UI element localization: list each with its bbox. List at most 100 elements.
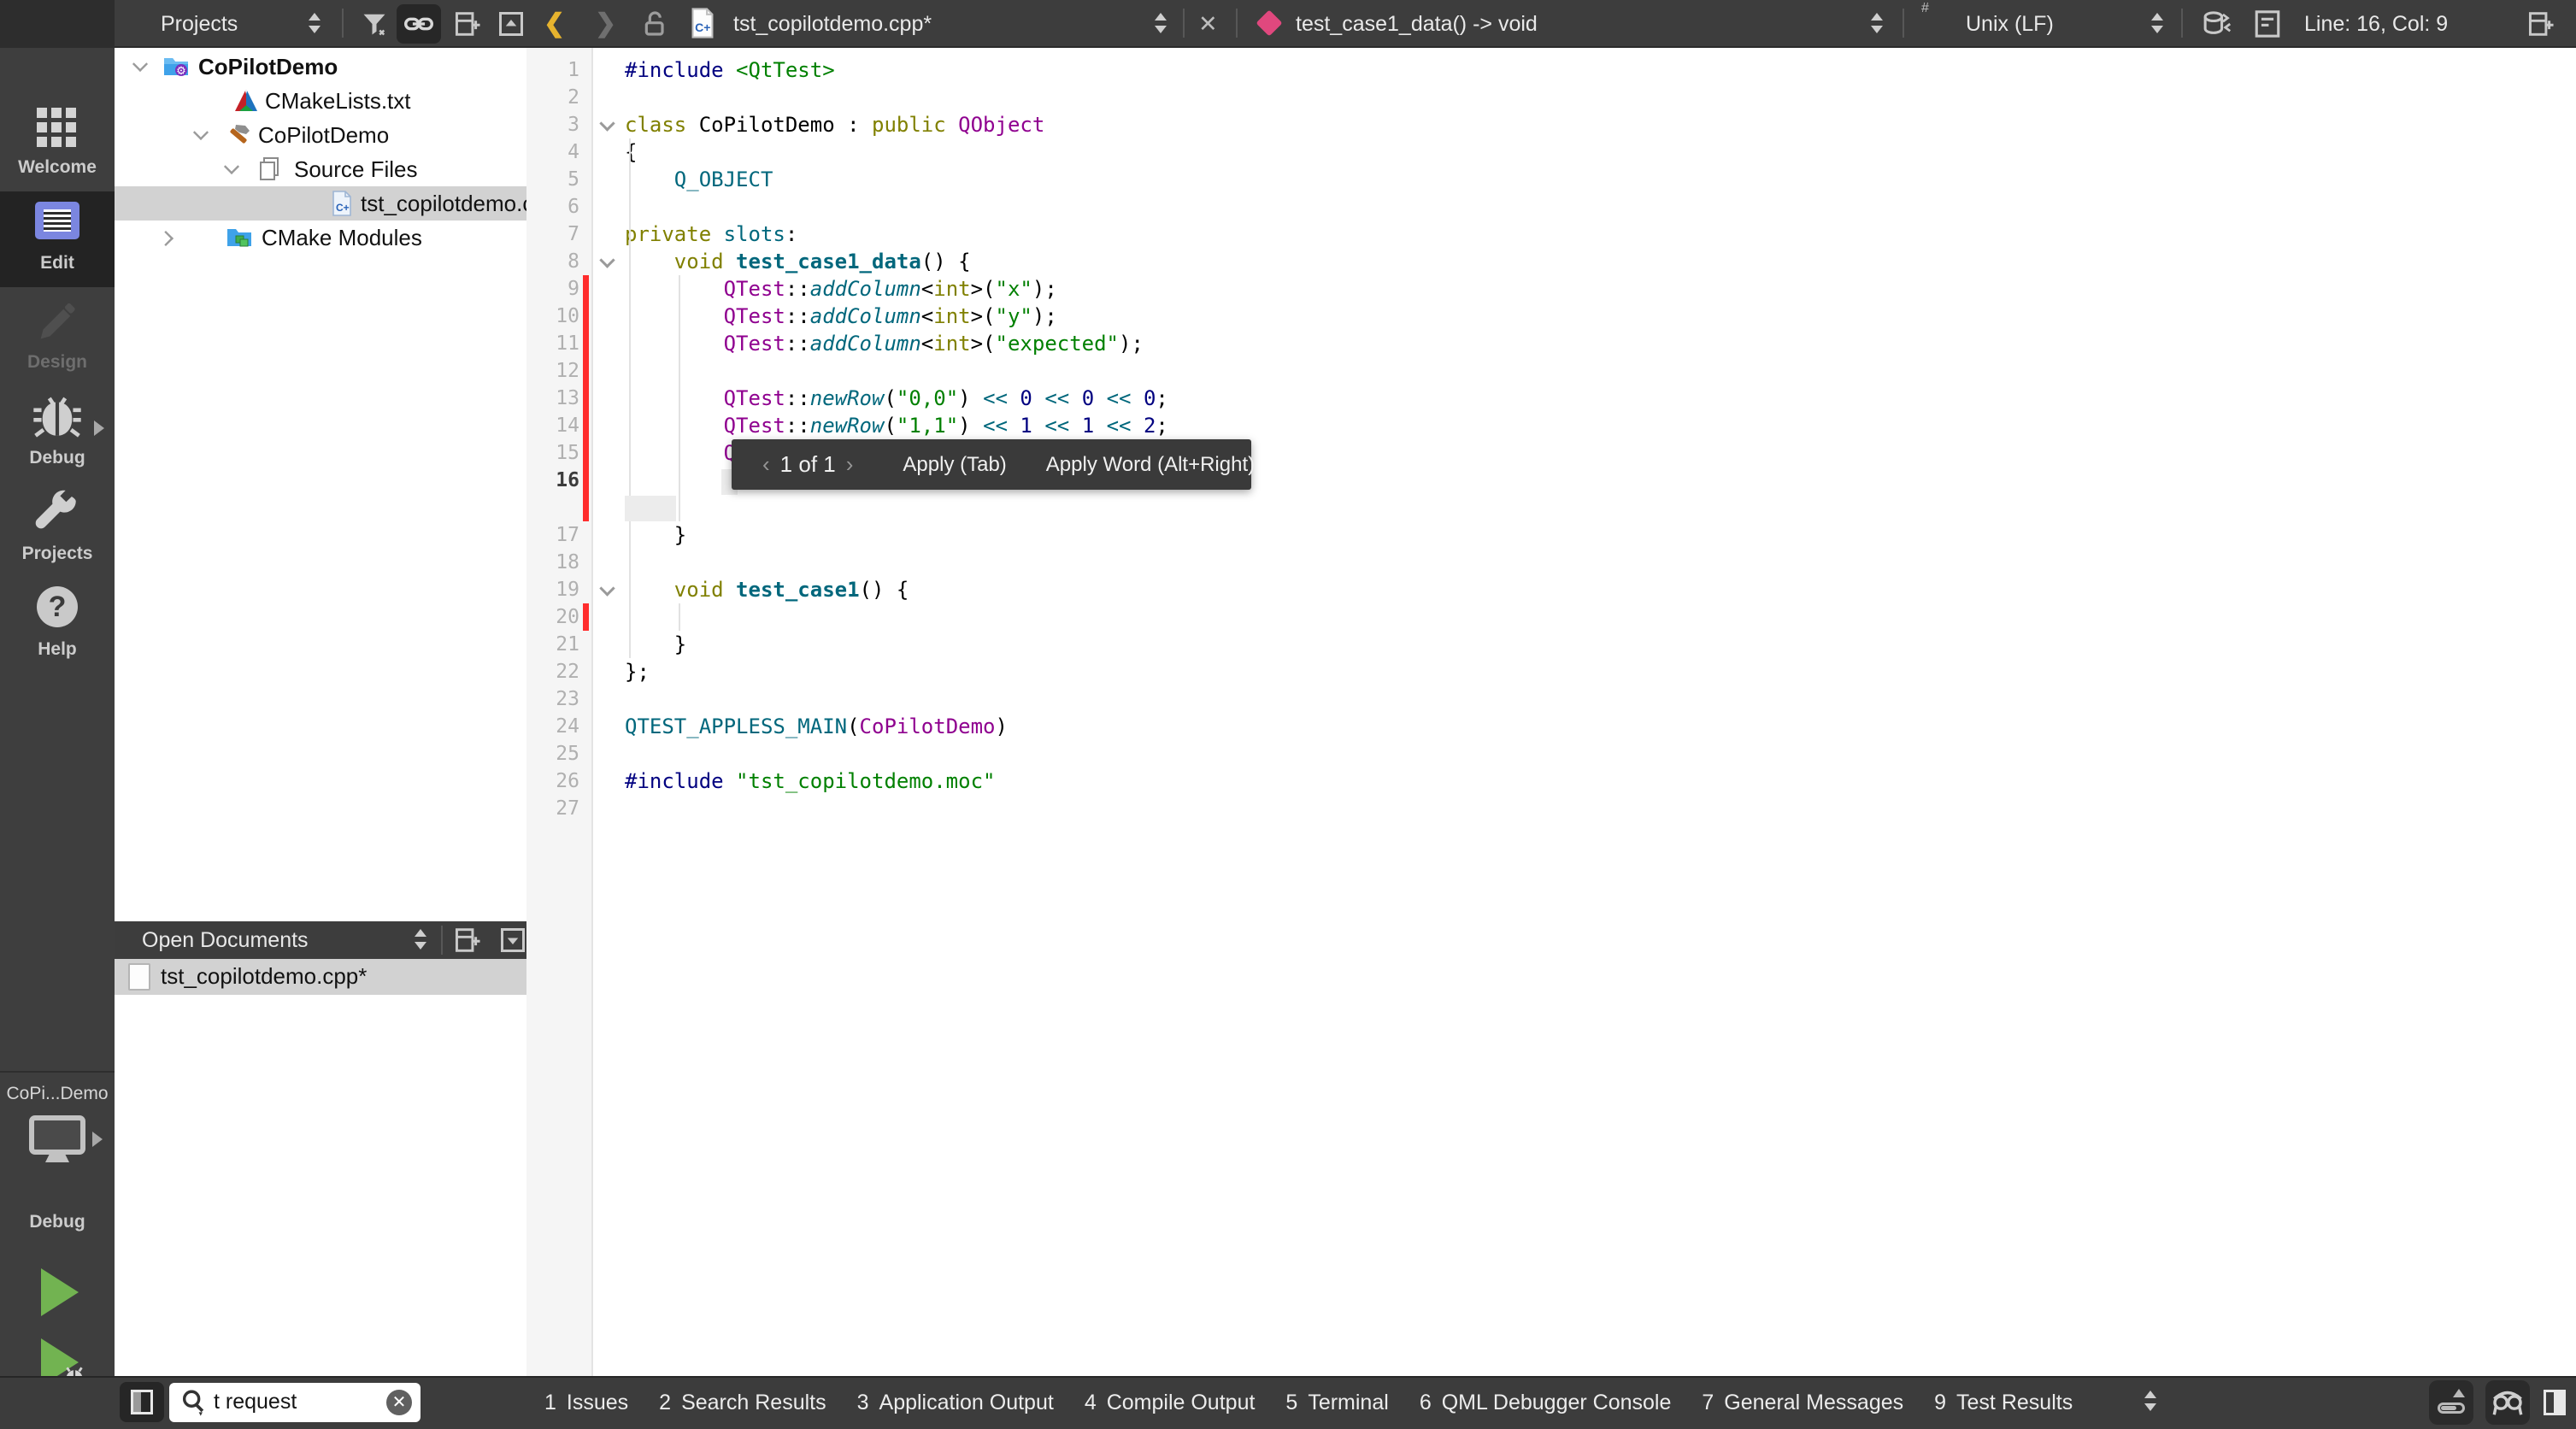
line-number: 18 [526,549,579,576]
maximize-pane-icon [2438,1403,2465,1414]
output-pane-button-issues[interactable]: 1Issues [544,1391,628,1415]
change-marker [583,603,589,631]
tree-item-source-files[interactable]: Source Files [115,152,526,186]
output-pane-button-qml-debugger-console[interactable]: 6QML Debugger Console [1420,1391,1672,1415]
mode-item-projects[interactable]: Projects [0,482,115,578]
open-documents-title[interactable]: Open Documents [142,917,309,963]
sort-spinner-icon[interactable] [308,10,321,36]
output-pane-button-general-messages[interactable]: 7General Messages [1702,1391,1903,1415]
line-number: 21 [526,631,579,658]
apply-word-button[interactable]: Apply Word (Alt+Right) [1046,453,1255,477]
line-ending-selector[interactable]: Unix (LF) [1966,1,2054,47]
document-outline-icon[interactable] [2253,9,2282,38]
left-sidebar-toggle[interactable] [120,1382,164,1422]
file-icon [128,963,150,991]
clear-search-icon[interactable]: ✕ [386,1390,412,1415]
forward-icon[interactable]: ❯ [595,9,616,38]
open-file-selector[interactable]: tst_copilotdemo.cpp* [733,1,932,47]
apply-button[interactable]: Apply (Tab) [903,453,1006,477]
projects-panel-selector[interactable]: Projects [161,1,238,47]
code-line: #include "tst_copilotdemo.moc" [625,767,995,795]
output-pane-button-test-results[interactable]: 9Test Results [1934,1391,2073,1415]
run-button play-icon[interactable] [41,1268,79,1316]
tree-item-tst-copilotdemo-cpp[interactable]: C+tst_copilotdemo.cpp [115,186,526,221]
svg-text:⚙: ⚙ [176,64,186,77]
code-line: Q [625,439,736,467]
divider [1183,9,1185,38]
close-document-icon[interactable]: ✕ [1198,11,1218,38]
split-add-icon[interactable] [450,9,487,39]
line-number: 24 [526,713,579,740]
code-line: #include <QtTest> [625,56,835,84]
sort-spinner-icon[interactable] [414,926,427,952]
arrow-up-icon [2453,1389,2465,1397]
line-number: 10 [526,303,579,330]
kit-config-label[interactable]: Debug [0,1212,115,1232]
left-panel-toggle-icon [131,1390,153,1414]
split-add-icon[interactable] [450,925,487,956]
tree-item-copilotdemo[interactable]: CoPilotDemo [115,118,526,152]
chevron-down-icon[interactable] [224,159,239,174]
chevron-right-icon[interactable] [158,231,173,246]
locator-search-field[interactable]: t request ✕ [169,1383,421,1422]
unlock-icon[interactable] [643,10,668,38]
previous-suggestion-icon[interactable]: ‹ [752,451,780,478]
symbol-selector[interactable]: test_case1_data() -> void [1296,1,1538,47]
filter-icon[interactable] [356,9,393,39]
monitor-icon[interactable] [28,1114,86,1167]
copilot-status-button[interactable] [2485,1380,2530,1425]
fold-marker-icon[interactable] [599,252,615,268]
output-pane-button-application-output[interactable]: 3Application Output [857,1391,1054,1415]
link-synchronize-icon[interactable] [397,4,441,44]
search-input-value[interactable]: t request [214,1390,297,1414]
copilot-suggestion-tooltip: ‹ 1 of 1 › Apply (Tab) Apply Word (Alt+R… [732,439,1251,490]
code-line: } [625,631,686,658]
cursor-position-label: Line: 16, Col: 9 [2304,1,2448,47]
output-pane-button-terminal[interactable]: 5Terminal [1285,1391,1388,1415]
kit-flyout-arrow-icon[interactable] [92,1132,103,1147]
mode-item-edit[interactable]: Edit [0,191,115,287]
panes-spinner-icon[interactable] [2144,1388,2157,1414]
line-number: 15 [526,439,579,467]
tree-item-cmake-modules[interactable]: CMake Modules [115,221,526,255]
pages-icon [256,156,284,183]
hide-panel-icon[interactable] [492,9,530,39]
mode-sidebar: WelcomeEditDesignDebugProjects?Help CoPi… [0,48,115,1429]
fold-marker-icon[interactable] [599,115,615,131]
mode-item-debug[interactable]: Debug [0,386,115,482]
symbol-spinner-icon[interactable] [1870,10,1884,36]
line-number: 17 [526,521,579,549]
output-pane-button-search-results[interactable]: 2Search Results [659,1391,826,1415]
tree-item-copilotdemo[interactable]: ⚙CoPilotDemo [115,50,526,84]
mode-label: Design [0,352,115,373]
mode-item-help[interactable]: ?Help [0,578,115,673]
chevron-down-icon[interactable] [132,56,148,72]
fold-marker-icon[interactable] [599,580,615,596]
back-icon[interactable]: ❮ [544,9,565,38]
indent-guide [679,275,680,521]
line-ending-spinner-icon[interactable] [2150,10,2164,36]
next-suggestion-icon[interactable]: › [836,451,864,478]
change-marker [583,275,589,521]
line-number: 7 [526,221,579,248]
chevron-down-icon[interactable] [193,125,209,140]
session-db-icon[interactable] [2202,9,2232,38]
modules-folder-icon [226,224,253,251]
open-document-label: tst_copilotdemo.cpp* [161,963,367,990]
flyout-arrow-icon[interactable] [94,420,104,436]
open-document-item[interactable]: tst_copilotdemo.cpp* [115,959,526,995]
code-line: private slots: [625,221,797,248]
cpp-file-icon: C+ [328,190,356,217]
mode-item-welcome[interactable]: Welcome [0,96,115,191]
tree-item-cmakelists-txt[interactable]: CMakeLists.txt [115,84,526,118]
maximize-output-pane-button[interactable] [2429,1380,2473,1425]
output-pane-button-compile-output[interactable]: 4Compile Output [1085,1391,1256,1415]
hash-button[interactable]: # [1921,1,1929,16]
split-editor-icon[interactable] [2523,9,2561,39]
bug-icon [32,393,83,443]
line-number: 9 [526,275,579,303]
hammer-small-icon [226,121,253,149]
code-editor[interactable]: 1234567891011121314151617181920212223242… [526,48,2576,1376]
file-spinner-icon[interactable] [1154,10,1167,36]
svg-text:C+: C+ [336,202,350,214]
